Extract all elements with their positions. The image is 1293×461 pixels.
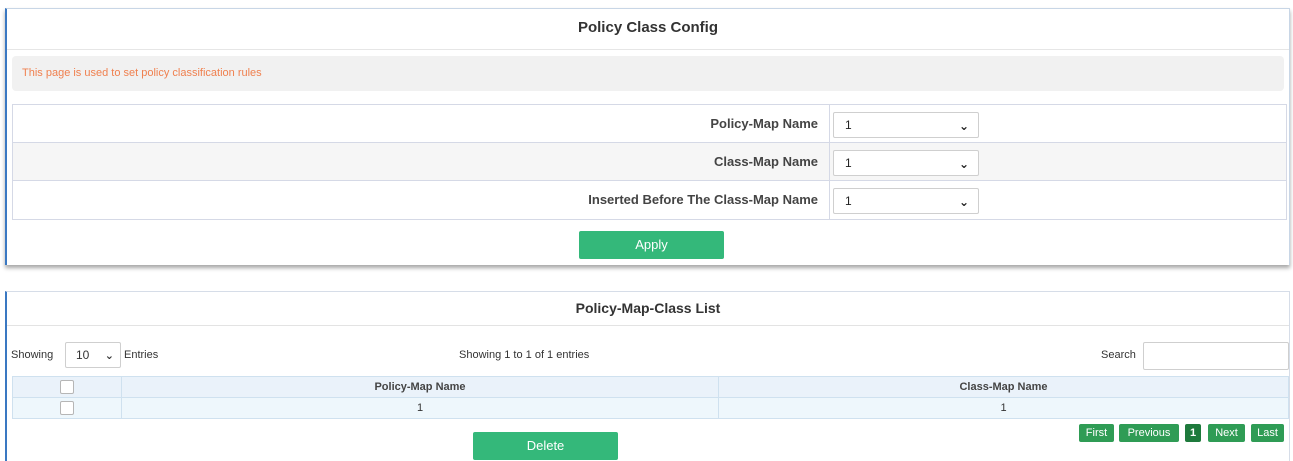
table-info: Showing 1 to 1 of 1 entries xyxy=(459,349,590,361)
showing-label: Showing xyxy=(11,349,54,361)
policy-map-name-label: Policy-Map Name xyxy=(13,105,830,142)
table-row[interactable]: 1 1 xyxy=(12,397,1289,419)
policy-map-name-select[interactable]: 1 ⌄ xyxy=(833,112,979,138)
pager-first-button[interactable]: First xyxy=(1079,424,1114,442)
chevron-down-icon: ⌄ xyxy=(958,195,969,209)
policy-map-name-value: 1 xyxy=(845,118,852,132)
policy-map-cell: 1 xyxy=(121,397,719,419)
chevron-down-icon: ⌄ xyxy=(104,350,114,362)
info-text: This page is used to set policy classifi… xyxy=(22,67,262,79)
title-divider xyxy=(7,325,1289,326)
class-map-name-select[interactable]: 1 ⌄ xyxy=(833,150,979,176)
panel-title: Policy Class Config xyxy=(577,19,719,36)
table-header-row: Policy-Map Name Class-Map Name xyxy=(12,376,1289,398)
form-row-policy-map: Policy-Map Name 1 ⌄ xyxy=(13,105,1286,143)
select-all-checkbox[interactable] xyxy=(60,380,74,394)
policy-class-config-panel: Policy Class Config This page is used to… xyxy=(5,8,1290,265)
page-size-select[interactable]: 10 ⌄ xyxy=(65,342,121,368)
entries-label: Entries xyxy=(124,349,159,361)
list-title: Policy-Map-Class List xyxy=(575,300,721,316)
class-map-name-label: Class-Map Name xyxy=(13,143,830,180)
search-label: Search xyxy=(1101,349,1136,361)
inserted-before-value: 1 xyxy=(845,194,852,208)
chevron-down-icon: ⌄ xyxy=(958,157,969,171)
pager-next-button[interactable]: Next xyxy=(1208,424,1245,442)
row-checkbox-cell xyxy=(12,397,122,419)
policy-map-class-table: Policy-Map Name Class-Map Name 1 1 xyxy=(12,376,1289,419)
column-header-policy-map[interactable]: Policy-Map Name xyxy=(121,376,719,398)
pager-current-page[interactable]: 1 xyxy=(1185,424,1201,442)
info-bar: This page is used to set policy classifi… xyxy=(12,56,1284,91)
pager-previous-button[interactable]: Previous xyxy=(1119,424,1179,442)
pager-last-button[interactable]: Last xyxy=(1251,424,1284,442)
form-row-class-map: Class-Map Name 1 ⌄ xyxy=(13,143,1286,181)
inserted-before-label: Inserted Before The Class-Map Name xyxy=(13,181,830,219)
select-all-cell xyxy=(12,376,122,398)
policy-map-class-list-panel: Policy-Map-Class List Showing 10 ⌄ Entri… xyxy=(5,291,1290,461)
delete-button[interactable]: Delete xyxy=(473,432,618,460)
class-map-name-value: 1 xyxy=(845,156,852,170)
form-row-inserted-before: Inserted Before The Class-Map Name 1 ⌄ xyxy=(13,181,1286,219)
search-input[interactable] xyxy=(1143,342,1289,370)
inserted-before-select[interactable]: 1 ⌄ xyxy=(833,188,979,214)
class-map-cell: 1 xyxy=(718,397,1289,419)
row-checkbox[interactable] xyxy=(60,401,74,415)
column-header-class-map[interactable]: Class-Map Name xyxy=(718,376,1289,398)
page-size-value: 10 xyxy=(76,348,90,362)
apply-button[interactable]: Apply xyxy=(579,231,724,259)
config-form: Policy-Map Name 1 ⌄ Class-Map Name 1 ⌄ I… xyxy=(12,104,1287,220)
chevron-down-icon: ⌄ xyxy=(958,119,969,133)
title-divider xyxy=(7,49,1289,50)
